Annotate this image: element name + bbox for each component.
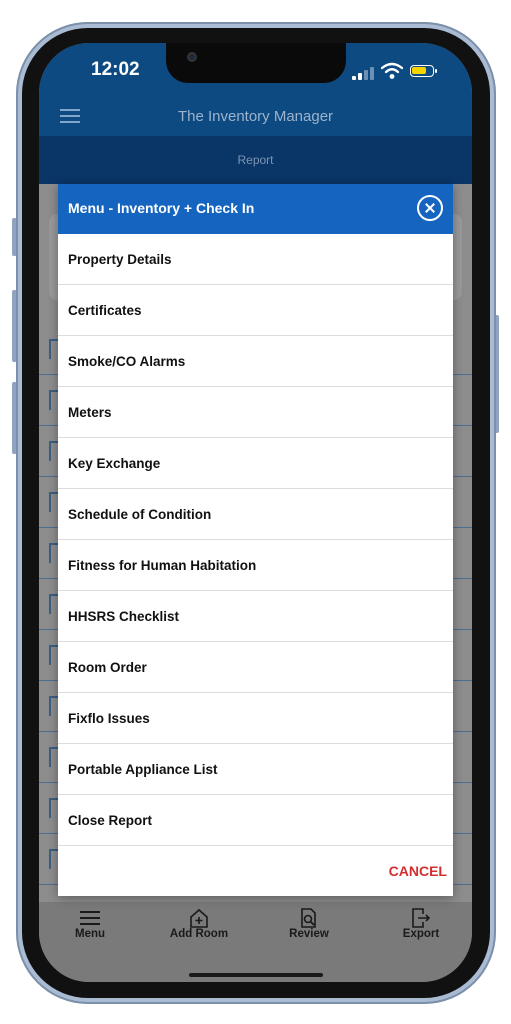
export-icon <box>412 908 431 928</box>
menu-icon <box>80 911 100 925</box>
status-bar: 12:02 <box>39 43 472 98</box>
menu-item-hhsrs-checklist[interactable]: HHSRS Checklist <box>58 591 453 642</box>
menu-item-smoke-co-alarms[interactable]: Smoke/CO Alarms <box>58 336 453 387</box>
menu-list: Property Details Certificates Smoke/CO A… <box>58 234 453 846</box>
tab-review[interactable]: Review <box>269 902 349 940</box>
menu-item-label: Key Exchange <box>68 456 161 471</box>
modal-header: Menu - Inventory + Check In <box>58 184 453 234</box>
tab-review-label: Review <box>289 928 329 940</box>
menu-item-label: Smoke/CO Alarms <box>68 354 186 369</box>
add-room-icon <box>190 908 208 928</box>
tab-add-room[interactable]: Add Room <box>159 902 239 940</box>
front-camera <box>187 52 197 62</box>
tab-add-room-label: Add Room <box>169 928 229 940</box>
menu-item-label: Fitness for Human Habitation <box>68 558 257 573</box>
tab-export-label: Export <box>402 928 440 940</box>
menu-item-property-details[interactable]: Property Details <box>58 234 453 285</box>
page-subtitle: Report <box>237 153 274 167</box>
menu-item-label: Meters <box>68 405 112 420</box>
menu-item-certificates[interactable]: Certificates <box>58 285 453 336</box>
bottom-tab-bar: Menu Add Room Review Export <box>39 902 472 982</box>
menu-item-label: Fixflo Issues <box>68 711 150 726</box>
menu-item-schedule-of-condition[interactable]: Schedule of Condition <box>58 489 453 540</box>
menu-item-label: Room Order <box>68 660 147 675</box>
app-title: The Inventory Manager <box>177 108 334 125</box>
menu-item-fitness-for-human-habitation[interactable]: Fitness for Human Habitation <box>58 540 453 591</box>
modal-title: Menu - Inventory + Check In <box>68 200 255 216</box>
status-time: 12:02 <box>91 59 140 80</box>
camera-notch <box>166 43 346 83</box>
cellular-signal-icon <box>352 66 376 80</box>
menu-modal: Menu - Inventory + Check In Property Det… <box>58 184 453 896</box>
home-indicator <box>189 973 323 977</box>
report-sub-bar: Report <box>39 136 472 184</box>
menu-item-label: Portable Appliance List <box>68 762 218 777</box>
battery-icon <box>410 65 437 77</box>
tab-export[interactable]: Export <box>381 902 461 940</box>
menu-item-fixflo-issues[interactable]: Fixflo Issues <box>58 693 453 744</box>
menu-item-label: Certificates <box>68 303 142 318</box>
wifi-icon <box>381 62 403 79</box>
close-icon[interactable] <box>417 195 443 221</box>
cancel-button[interactable]: CANCEL <box>389 863 447 879</box>
menu-item-label: Close Report <box>68 813 153 828</box>
tab-menu-label: Menu <box>74 928 106 940</box>
phone-screen: 12:02 The Inventory Manager Report Menu … <box>39 43 472 982</box>
app-bar: The Inventory Manager <box>39 98 472 136</box>
menu-item-key-exchange[interactable]: Key Exchange <box>58 438 453 489</box>
menu-item-portable-appliance-list[interactable]: Portable Appliance List <box>58 744 453 795</box>
menu-item-label: Property Details <box>68 252 172 267</box>
menu-item-label: HHSRS Checklist <box>68 609 180 624</box>
tab-menu[interactable]: Menu <box>50 902 130 940</box>
menu-item-label: Schedule of Condition <box>68 507 212 522</box>
review-icon <box>301 908 316 928</box>
menu-item-room-order[interactable]: Room Order <box>58 642 453 693</box>
menu-item-meters[interactable]: Meters <box>58 387 453 438</box>
menu-item-close-report[interactable]: Close Report <box>58 795 453 846</box>
